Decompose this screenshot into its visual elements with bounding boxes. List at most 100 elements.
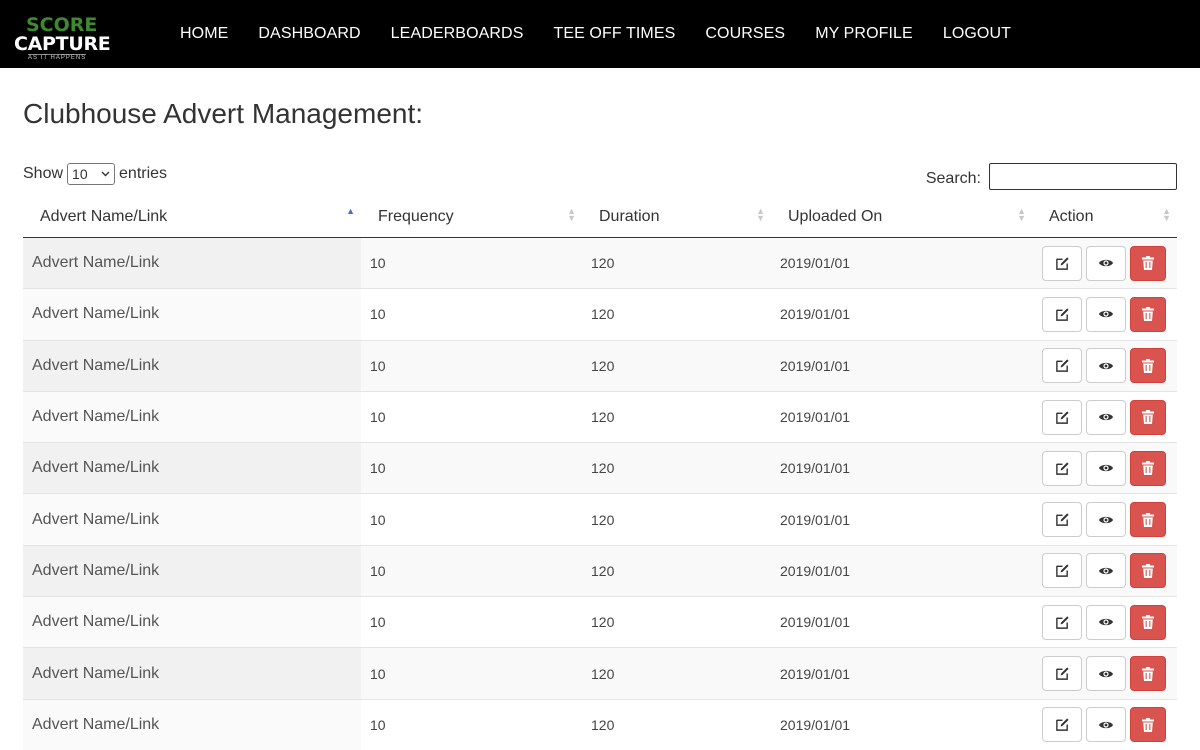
advert-name-cell[interactable]: Advert Name/Link bbox=[23, 340, 361, 391]
delete-button[interactable] bbox=[1130, 656, 1166, 692]
sort-both-icon: ▲ ▼ bbox=[756, 206, 765, 223]
logo-bottom-text: CAPTURE bbox=[14, 33, 111, 55]
search-control: Search: bbox=[926, 163, 1177, 190]
advert-name-cell[interactable]: Advert Name/Link bbox=[23, 597, 361, 648]
action-cell bbox=[1032, 341, 1177, 391]
view-button[interactable] bbox=[1086, 604, 1126, 640]
advert-name-cell[interactable]: Advert Name/Link bbox=[23, 699, 361, 750]
nav-my-profile[interactable]: MY PROFILE bbox=[815, 25, 913, 43]
advert-name-cell[interactable]: Advert Name/Link bbox=[23, 238, 361, 289]
edit-button[interactable] bbox=[1042, 707, 1082, 743]
nav-dashboard[interactable]: DASHBOARD bbox=[258, 25, 360, 43]
view-button[interactable] bbox=[1086, 707, 1126, 743]
search-input[interactable] bbox=[989, 163, 1177, 190]
uploaded-on-cell: 2019/01/01 bbox=[780, 409, 851, 426]
delete-button[interactable] bbox=[1130, 348, 1166, 384]
table-header: Advert Name/Link ▲▼ Frequency ▲▼ Duratio… bbox=[23, 196, 1177, 238]
uploaded-on-cell: 2019/01/01 bbox=[780, 460, 851, 477]
view-button[interactable] bbox=[1086, 245, 1126, 281]
edit-button[interactable] bbox=[1042, 296, 1082, 332]
advert-name-cell[interactable]: Advert Name/Link bbox=[23, 545, 361, 597]
frequency-cell: 10 bbox=[370, 255, 386, 272]
view-button[interactable] bbox=[1086, 502, 1126, 538]
column-label: Frequency bbox=[378, 207, 454, 225]
edit-button[interactable] bbox=[1042, 399, 1082, 435]
nav-logout[interactable]: LOGOUT bbox=[943, 25, 1011, 43]
table-row: Advert Name/Link 10 120 2019/01/01 bbox=[23, 238, 1177, 290]
frequency-cell: 10 bbox=[370, 511, 386, 528]
navbar: SCORE CAPTURE AS IT HAPPENS HOME DASHBOA… bbox=[0, 0, 1200, 68]
delete-button[interactable] bbox=[1130, 399, 1166, 435]
uploaded-on-cell: 2019/01/01 bbox=[780, 716, 851, 733]
edit-icon bbox=[1055, 256, 1070, 271]
score-capture-logo[interactable]: SCORE CAPTURE AS IT HAPPENS bbox=[14, 14, 111, 62]
edit-button[interactable] bbox=[1042, 656, 1082, 692]
edit-button[interactable] bbox=[1042, 348, 1082, 384]
column-header-uploaded-on[interactable]: Uploaded On ▲ ▼ bbox=[771, 196, 1032, 237]
chevron-down-icon bbox=[101, 169, 110, 179]
view-button[interactable] bbox=[1086, 348, 1126, 384]
table-row: Advert Name/Link 10 120 2019/01/01 bbox=[23, 545, 1177, 598]
column-header-action[interactable]: Action ▲ ▼ bbox=[1032, 196, 1177, 237]
table-row: Advert Name/Link 10 120 2019/01/01 bbox=[23, 494, 1177, 546]
advert-name-cell[interactable]: Advert Name/Link bbox=[23, 494, 361, 545]
advert-name-cell[interactable]: Advert Name/Link bbox=[23, 391, 361, 443]
table-row: Advert Name/Link 10 120 2019/01/01 bbox=[23, 443, 1177, 495]
view-button[interactable] bbox=[1086, 553, 1126, 589]
sort-both-icon: ▲ ▼ bbox=[567, 206, 576, 223]
nav-courses[interactable]: COURSES bbox=[705, 25, 785, 43]
edit-icon bbox=[1055, 666, 1070, 681]
frequency-cell: 10 bbox=[370, 614, 386, 631]
delete-button[interactable] bbox=[1130, 553, 1166, 589]
duration-cell: 120 bbox=[591, 511, 615, 528]
show-label: Show bbox=[23, 165, 64, 182]
nav-home[interactable]: HOME bbox=[180, 25, 228, 43]
edit-button[interactable] bbox=[1042, 553, 1082, 589]
delete-button[interactable] bbox=[1130, 707, 1166, 743]
delete-button[interactable] bbox=[1130, 450, 1166, 486]
view-button[interactable] bbox=[1086, 296, 1126, 332]
delete-button[interactable] bbox=[1130, 502, 1166, 538]
action-cell bbox=[1032, 443, 1177, 493]
edit-icon bbox=[1055, 615, 1070, 630]
main-nav: HOME DASHBOARD LEADERBOARDS TEE OFF TIME… bbox=[180, 0, 1041, 68]
column-label: Duration bbox=[599, 207, 660, 225]
column-header-frequency[interactable]: Frequency ▲ ▼ bbox=[361, 196, 582, 237]
view-button[interactable] bbox=[1086, 399, 1126, 435]
trash-icon bbox=[1142, 717, 1154, 732]
trash-icon bbox=[1142, 307, 1154, 322]
trash-icon bbox=[1142, 358, 1154, 373]
trash-icon bbox=[1142, 256, 1154, 271]
view-button[interactable] bbox=[1086, 656, 1126, 692]
frequency-cell: 10 bbox=[370, 409, 386, 426]
frequency-cell: 10 bbox=[370, 716, 386, 733]
nav-leaderboards[interactable]: LEADERBOARDS bbox=[391, 25, 524, 43]
entries-select[interactable]: 10 bbox=[67, 163, 116, 185]
action-cell bbox=[1032, 289, 1177, 339]
edit-button[interactable] bbox=[1042, 245, 1082, 281]
advert-name-cell[interactable]: Advert Name/Link bbox=[23, 648, 361, 699]
action-cell bbox=[1032, 597, 1177, 647]
column-header-advert-name[interactable]: Advert Name/Link ▲▼ bbox=[23, 196, 361, 237]
table-row: Advert Name/Link 10 120 2019/01/01 bbox=[23, 597, 1177, 649]
frequency-cell: 10 bbox=[370, 665, 386, 682]
column-header-duration[interactable]: Duration ▲ ▼ bbox=[582, 196, 771, 237]
edit-button[interactable] bbox=[1042, 604, 1082, 640]
entries-select-value: 10 bbox=[72, 166, 88, 182]
column-label: Advert Name/Link bbox=[40, 207, 168, 225]
page-title: Clubhouse Advert Management: bbox=[23, 98, 424, 129]
delete-button[interactable] bbox=[1130, 604, 1166, 640]
view-button[interactable] bbox=[1086, 450, 1126, 486]
uploaded-on-cell: 2019/01/01 bbox=[780, 511, 851, 528]
search-label: Search: bbox=[925, 169, 981, 187]
nav-tee-off-times[interactable]: TEE OFF TIMES bbox=[553, 25, 675, 43]
edit-button[interactable] bbox=[1042, 502, 1082, 538]
uploaded-on-cell: 2019/01/01 bbox=[780, 614, 851, 631]
advert-name-cell[interactable]: Advert Name/Link bbox=[23, 443, 361, 494]
edit-button[interactable] bbox=[1042, 450, 1082, 486]
delete-button[interactable] bbox=[1130, 245, 1166, 281]
delete-button[interactable] bbox=[1130, 296, 1166, 332]
table-body: Advert Name/Link 10 120 2019/01/01 Advert Na… bbox=[23, 238, 1177, 750]
uploaded-on-cell: 2019/01/01 bbox=[780, 255, 851, 272]
advert-name-cell[interactable]: Advert Name/Link bbox=[23, 289, 361, 340]
